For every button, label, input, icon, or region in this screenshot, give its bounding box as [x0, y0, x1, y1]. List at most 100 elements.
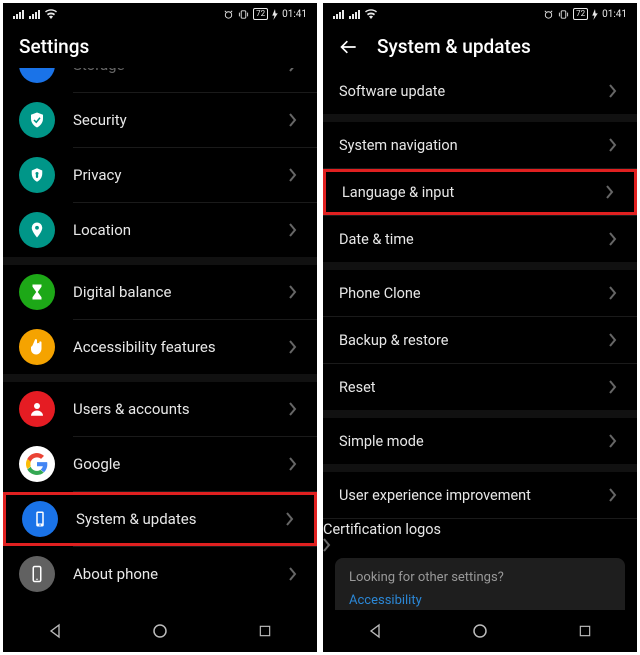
item-label: Language & input	[342, 184, 606, 201]
settings-item-storage[interactable]: Storage	[3, 68, 317, 92]
hourglass-icon	[19, 274, 55, 310]
settings-item-users[interactable]: Users & accounts	[3, 382, 317, 436]
wifi-icon	[365, 9, 377, 19]
chevron-right-icon	[609, 333, 621, 347]
chevron-right-icon	[289, 113, 301, 127]
chevron-right-icon	[609, 434, 621, 448]
settings-item-accessibility[interactable]: Accessibility features	[3, 320, 317, 374]
signal-icon	[13, 10, 25, 19]
vibrate-icon	[558, 9, 569, 20]
settings-item-about-phone[interactable]: About phone	[3, 547, 317, 601]
item-label: Date & time	[339, 231, 609, 248]
status-bar: 72 01:41	[323, 3, 637, 25]
hint-question: Looking for other settings?	[349, 570, 611, 585]
nav-recent-button[interactable]	[254, 620, 276, 642]
signal-icon	[333, 10, 345, 19]
chevron-right-icon	[289, 168, 301, 182]
nav-back-button[interactable]	[44, 620, 66, 642]
chevron-right-icon	[609, 138, 621, 152]
navigation-bar	[3, 610, 317, 652]
settings-item-privacy[interactable]: Privacy	[3, 148, 317, 202]
privacy-icon	[19, 157, 55, 193]
clock-text: 01:41	[282, 9, 307, 20]
item-label: Reset	[339, 379, 609, 396]
chevron-right-icon	[289, 457, 301, 471]
item-software-update[interactable]: Software update	[323, 68, 637, 114]
item-label: Security	[73, 111, 289, 129]
item-label: Privacy	[73, 166, 289, 184]
chevron-right-icon	[323, 538, 637, 552]
charging-icon	[272, 9, 278, 20]
item-reset[interactable]: Reset	[323, 364, 637, 410]
settings-item-system-updates[interactable]: System & updates	[3, 492, 317, 546]
item-label: Simple mode	[339, 433, 609, 450]
nav-recent-button[interactable]	[574, 620, 596, 642]
item-label: Software update	[339, 83, 609, 100]
nav-home-button[interactable]	[149, 620, 171, 642]
item-label: Digital balance	[73, 283, 289, 301]
item-language-input[interactable]: Language & input	[323, 169, 637, 215]
item-label: Certification logos	[323, 521, 441, 538]
chevron-right-icon	[289, 223, 301, 237]
settings-item-security[interactable]: Security	[3, 93, 317, 147]
chevron-right-icon	[289, 68, 301, 72]
item-label: Location	[73, 221, 289, 239]
alarm-icon	[543, 9, 554, 20]
hint-link-accessibility[interactable]: Accessibility	[349, 593, 611, 608]
chevron-right-icon	[609, 232, 621, 246]
chevron-right-icon	[289, 567, 301, 581]
item-label: Backup & restore	[339, 332, 609, 349]
phone-update-icon	[22, 501, 58, 537]
clock-text: 01:41	[602, 9, 627, 20]
item-system-navigation[interactable]: System navigation	[323, 122, 637, 168]
settings-item-digital-balance[interactable]: Digital balance	[3, 265, 317, 319]
item-label: About phone	[73, 565, 289, 583]
item-phone-clone[interactable]: Phone Clone	[323, 270, 637, 316]
page-title: System & updates	[377, 35, 531, 58]
chevron-right-icon	[289, 285, 301, 299]
charging-icon	[592, 9, 598, 20]
settings-list[interactable]: Storage Security Privacy Location	[3, 68, 317, 610]
signal-icon	[349, 10, 361, 19]
nav-back-button[interactable]	[364, 620, 386, 642]
battery-icon: 72	[573, 8, 588, 20]
chevron-right-icon	[286, 512, 298, 526]
item-user-experience[interactable]: User experience improvement	[323, 472, 637, 518]
item-label: System navigation	[339, 137, 609, 154]
chevron-right-icon	[606, 185, 618, 199]
item-date-time[interactable]: Date & time	[323, 216, 637, 262]
hand-icon	[19, 329, 55, 365]
person-icon	[19, 391, 55, 427]
item-label: User experience improvement	[339, 487, 609, 504]
nav-home-button[interactable]	[469, 620, 491, 642]
status-bar: 72 01:41	[3, 3, 317, 25]
item-label: Phone Clone	[339, 285, 609, 302]
vibrate-icon	[238, 9, 249, 20]
hint-card: Looking for other settings? Accessibilit…	[335, 558, 625, 610]
item-simple-mode[interactable]: Simple mode	[323, 418, 637, 464]
item-certification-logos[interactable]: Certification logos	[323, 519, 637, 552]
chevron-right-icon	[609, 84, 621, 98]
shield-icon	[19, 102, 55, 138]
phone-left: 72 01:41 Settings Storage Security	[3, 3, 317, 652]
settings-item-google[interactable]: Google	[3, 437, 317, 491]
chevron-right-icon	[609, 380, 621, 394]
google-icon	[19, 446, 55, 482]
item-label: Users & accounts	[73, 400, 289, 418]
system-updates-list[interactable]: Software update System navigation Langua…	[323, 68, 637, 610]
item-backup-restore[interactable]: Backup & restore	[323, 317, 637, 363]
navigation-bar	[323, 610, 637, 652]
alarm-icon	[223, 9, 234, 20]
phone-right: 72 01:41 System & updates Software updat…	[323, 3, 637, 652]
back-button[interactable]	[339, 37, 359, 57]
chevron-right-icon	[609, 488, 621, 502]
chevron-right-icon	[289, 402, 301, 416]
header: Settings	[3, 25, 317, 68]
item-label: System & updates	[76, 510, 286, 528]
wifi-icon	[45, 9, 57, 19]
battery-icon: 72	[253, 8, 268, 20]
settings-item-location[interactable]: Location	[3, 203, 317, 257]
phone-icon	[19, 556, 55, 592]
signal-icon	[29, 10, 41, 19]
header: System & updates	[323, 25, 637, 68]
